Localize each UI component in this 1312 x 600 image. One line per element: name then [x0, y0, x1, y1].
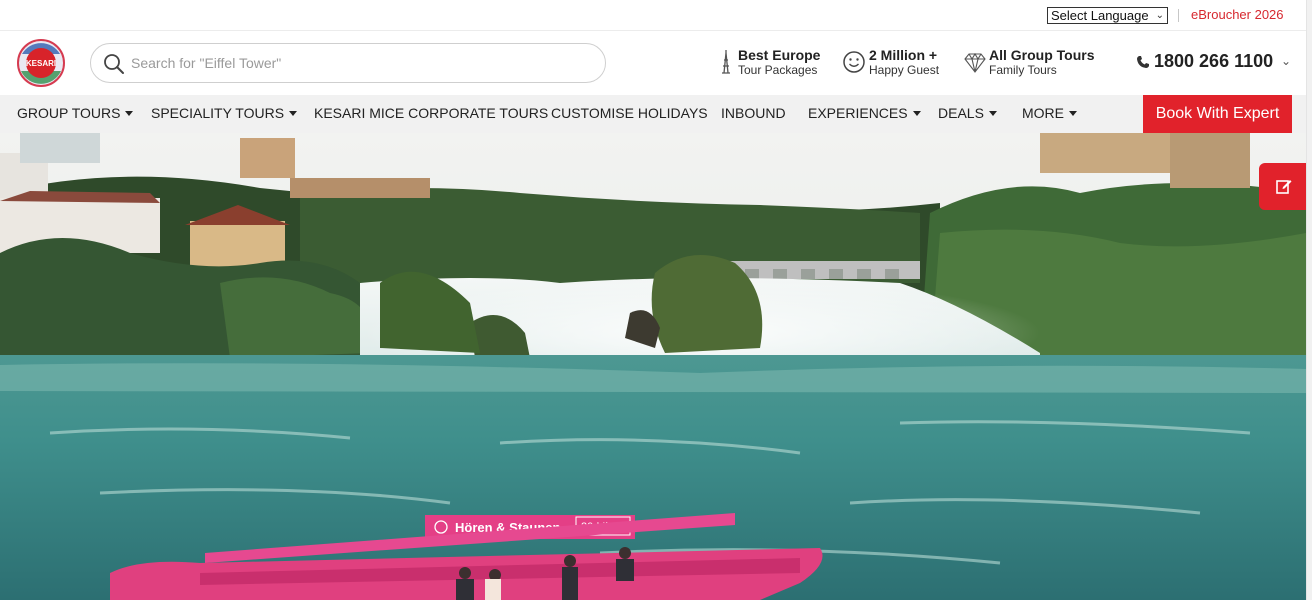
eiffel-tower-icon [722, 50, 730, 74]
stat-subtitle: Tour Packages [738, 63, 818, 77]
stat-best-europe: Best Europe Tour Packages [718, 47, 828, 79]
divider [1178, 9, 1179, 22]
stat-title: Best Europe [738, 47, 821, 63]
caret-down-icon [289, 110, 298, 116]
kesari-logo[interactable]: KESARI [16, 38, 66, 88]
nav-item-experiences[interactable]: EXPERIENCES [808, 95, 921, 133]
book-with-expert-button[interactable]: Book With Expert [1143, 95, 1292, 133]
search-box[interactable] [90, 43, 606, 83]
nav-item-label: EXPERIENCES [808, 105, 908, 121]
nav-item-label: INBOUND [721, 105, 786, 121]
language-select-label: Select Language [1051, 8, 1149, 23]
nav-item-group-tours[interactable]: GROUP TOURS [17, 95, 134, 133]
nav-item-speciality-tours[interactable]: SPECIALITY TOURS [151, 95, 298, 133]
nav-item-deals[interactable]: DEALS [938, 95, 997, 133]
page-scrollbar[interactable] [1306, 0, 1312, 600]
stat-title: 2 Million + [869, 47, 938, 63]
ebrochure-link[interactable]: eBroucher 2026 [1191, 7, 1284, 22]
hero-banner[interactable]: Hören & Staunen 30 Min [0, 133, 1306, 600]
diamond-icon [964, 52, 986, 73]
nav-item-label: KESARI MICE CORPORATE TOURS [314, 105, 549, 121]
nav-item-more[interactable]: MORE [1022, 95, 1077, 133]
nav-item-label: DEALS [938, 105, 984, 121]
stat-subtitle: Family Tours [989, 63, 1057, 77]
nav-item-mice-corporate-tours[interactable]: KESARI MICE CORPORATE TOURS [314, 95, 548, 133]
search-icon [104, 54, 124, 74]
caret-down-icon [912, 110, 921, 116]
kesari-homepage: Select Language ⌄ eBroucher 2026 KESARI [0, 0, 1312, 600]
main-nav: GROUP TOURS SPECIALITY TOURS KESARI MICE… [0, 95, 1306, 133]
nav-item-inbound[interactable]: INBOUND [721, 95, 786, 133]
caret-down-icon [1069, 110, 1077, 116]
hero-image: Hören & Staunen 30 Min [0, 133, 1306, 600]
language-select[interactable]: Select Language ⌄ [1047, 7, 1168, 24]
phone-icon [1137, 56, 1149, 68]
header: KESARI Best Europe Tour Packages [0, 31, 1306, 95]
chevron-down-icon: ⌄ [1281, 54, 1292, 68]
stat-subtitle: Happy Guest [869, 63, 940, 77]
nav-item-label: CUSTOMISE HOLIDAYS [551, 105, 708, 121]
nav-item-label: GROUP TOURS [17, 105, 121, 121]
smiley-icon [843, 51, 865, 73]
stat-happy-guests: 2 Million + Happy Guest [843, 47, 943, 79]
caret-down-icon [988, 110, 997, 116]
edit-icon [1276, 180, 1292, 194]
nav-item-label: MORE [1022, 105, 1064, 121]
top-strip: Select Language ⌄ eBroucher 2026 [0, 0, 1306, 31]
stat-group-tours: All Group Tours Family Tours [964, 47, 1095, 79]
stat-title: All Group Tours [989, 47, 1095, 63]
caret-down-icon [125, 110, 134, 116]
chevron-down-icon: ⌄ [1155, 10, 1164, 21]
logo-text: KESARI [26, 59, 56, 68]
nav-item-customise-holidays[interactable]: CUSTOMISE HOLIDAYS [551, 95, 708, 133]
nav-item-label: SPECIALITY TOURS [151, 105, 285, 121]
phone-number-text: 1800 266 1100 [1154, 51, 1274, 71]
search-input[interactable] [131, 53, 571, 73]
enquiry-edit-button[interactable] [1259, 163, 1306, 210]
